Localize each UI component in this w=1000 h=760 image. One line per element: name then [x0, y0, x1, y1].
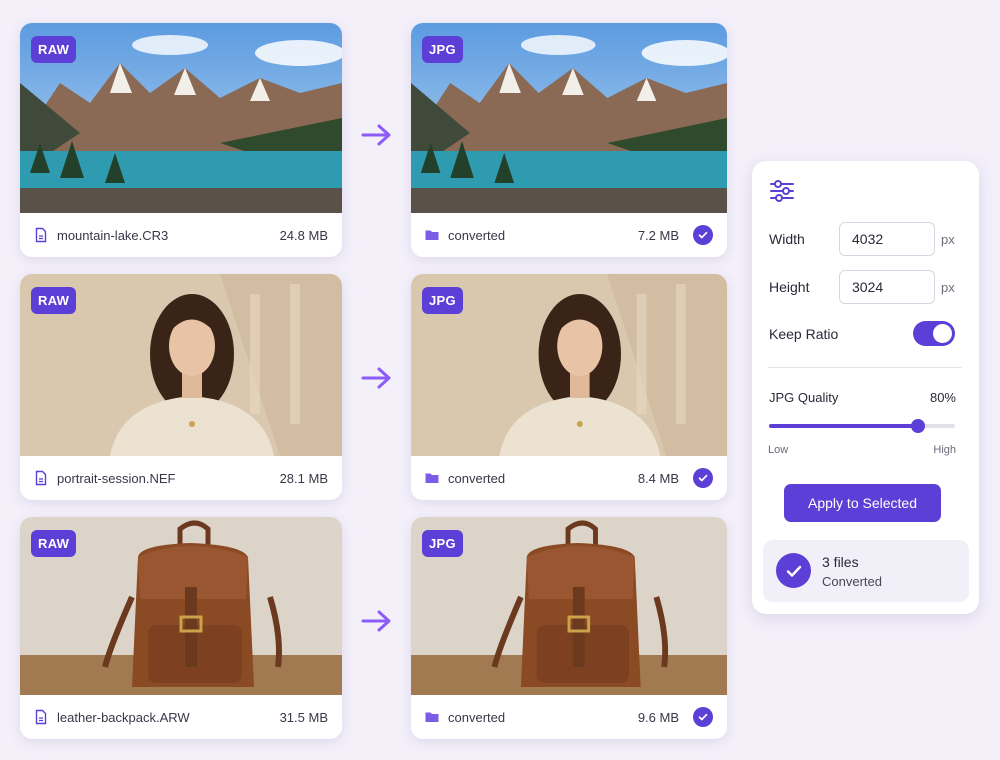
keep-ratio-label: Keep Ratio — [769, 326, 839, 342]
toggle-knob — [933, 324, 952, 343]
width-unit: px — [941, 232, 955, 247]
file-icon — [33, 227, 49, 243]
jpg-quality-value: 80% — [929, 390, 956, 405]
file-size: 28.1 MB — [279, 470, 328, 486]
height-label: Height — [769, 279, 810, 295]
quality-high-label: High — [933, 444, 956, 456]
status-label: converted — [448, 709, 506, 725]
file-icon — [33, 470, 49, 486]
portrait-photo: JPG — [411, 274, 727, 456]
source-card[interactable]: RAW mountain-lake.CR3 24.8 MB — [20, 23, 342, 257]
file-size: 7.2 MB — [637, 227, 679, 243]
file-size: 24.8 MB — [279, 227, 328, 243]
quality-slider-fill — [769, 424, 918, 428]
sliders-icon[interactable] — [769, 178, 795, 204]
raw-badge: RAW — [31, 287, 77, 314]
file-name: leather-backpack.ARW — [57, 709, 190, 725]
source-card[interactable]: RAW portrait-session.NEF 28.1 MB — [20, 274, 342, 500]
summary-status: Converted — [822, 574, 882, 589]
apply-to-selected-button[interactable]: Apply to Selected — [784, 484, 941, 522]
summary-count: 3 files — [822, 554, 859, 570]
arrow-right-icon — [361, 610, 391, 632]
conversion-summary: 3 files Converted — [763, 540, 969, 602]
status-label: converted — [448, 227, 506, 243]
output-card[interactable]: JPG converted 8.4 MB — [411, 274, 727, 500]
conversion-settings-panel: Width px Height px Keep Ratio JPG Qualit… — [752, 161, 979, 614]
check-circle-icon — [776, 553, 811, 588]
divider — [768, 367, 962, 368]
output-card[interactable]: JPG converted 9.6 MB — [411, 517, 727, 739]
keep-ratio-toggle[interactable] — [913, 321, 955, 346]
folder-icon — [424, 227, 440, 243]
file-size: 8.4 MB — [637, 470, 679, 486]
status-label: converted — [448, 470, 506, 486]
file-icon — [33, 709, 49, 725]
portrait-photo: RAW — [20, 274, 342, 456]
jpg-badge: JPG — [422, 287, 463, 314]
height-unit: px — [941, 280, 955, 295]
jpg-badge: JPG — [422, 530, 463, 557]
raw-badge: RAW — [31, 36, 77, 63]
quality-slider[interactable] — [769, 419, 955, 433]
file-name: mountain-lake.CR3 — [57, 227, 169, 243]
quality-slider-thumb[interactable] — [910, 419, 925, 433]
backpack-photo: RAW — [20, 517, 342, 695]
backpack-photo: JPG — [411, 517, 727, 695]
file-size: 9.6 MB — [637, 709, 679, 725]
file-size: 31.5 MB — [279, 709, 328, 725]
height-input[interactable] — [839, 270, 935, 304]
check-circle-icon — [693, 225, 713, 245]
quality-low-label: Low — [768, 444, 789, 456]
width-input[interactable] — [839, 222, 935, 256]
check-circle-icon — [693, 468, 713, 488]
arrow-right-icon — [361, 124, 391, 146]
jpg-badge: JPG — [422, 36, 463, 63]
folder-icon — [424, 470, 440, 486]
arrow-right-icon — [361, 367, 391, 389]
jpg-quality-label: JPG Quality — [769, 390, 839, 405]
mountain-lake-photo: RAW — [20, 23, 342, 213]
file-name: portrait-session.NEF — [57, 470, 176, 486]
raw-badge: RAW — [31, 530, 77, 557]
output-card[interactable]: JPG converted 7.2 MB — [411, 23, 727, 257]
source-card[interactable]: RAW leather-backpack.ARW 31.5 MB — [20, 517, 342, 739]
width-label: Width — [769, 231, 805, 247]
mountain-lake-photo: JPG — [411, 23, 727, 213]
folder-icon — [424, 709, 440, 725]
check-circle-icon — [693, 707, 713, 727]
